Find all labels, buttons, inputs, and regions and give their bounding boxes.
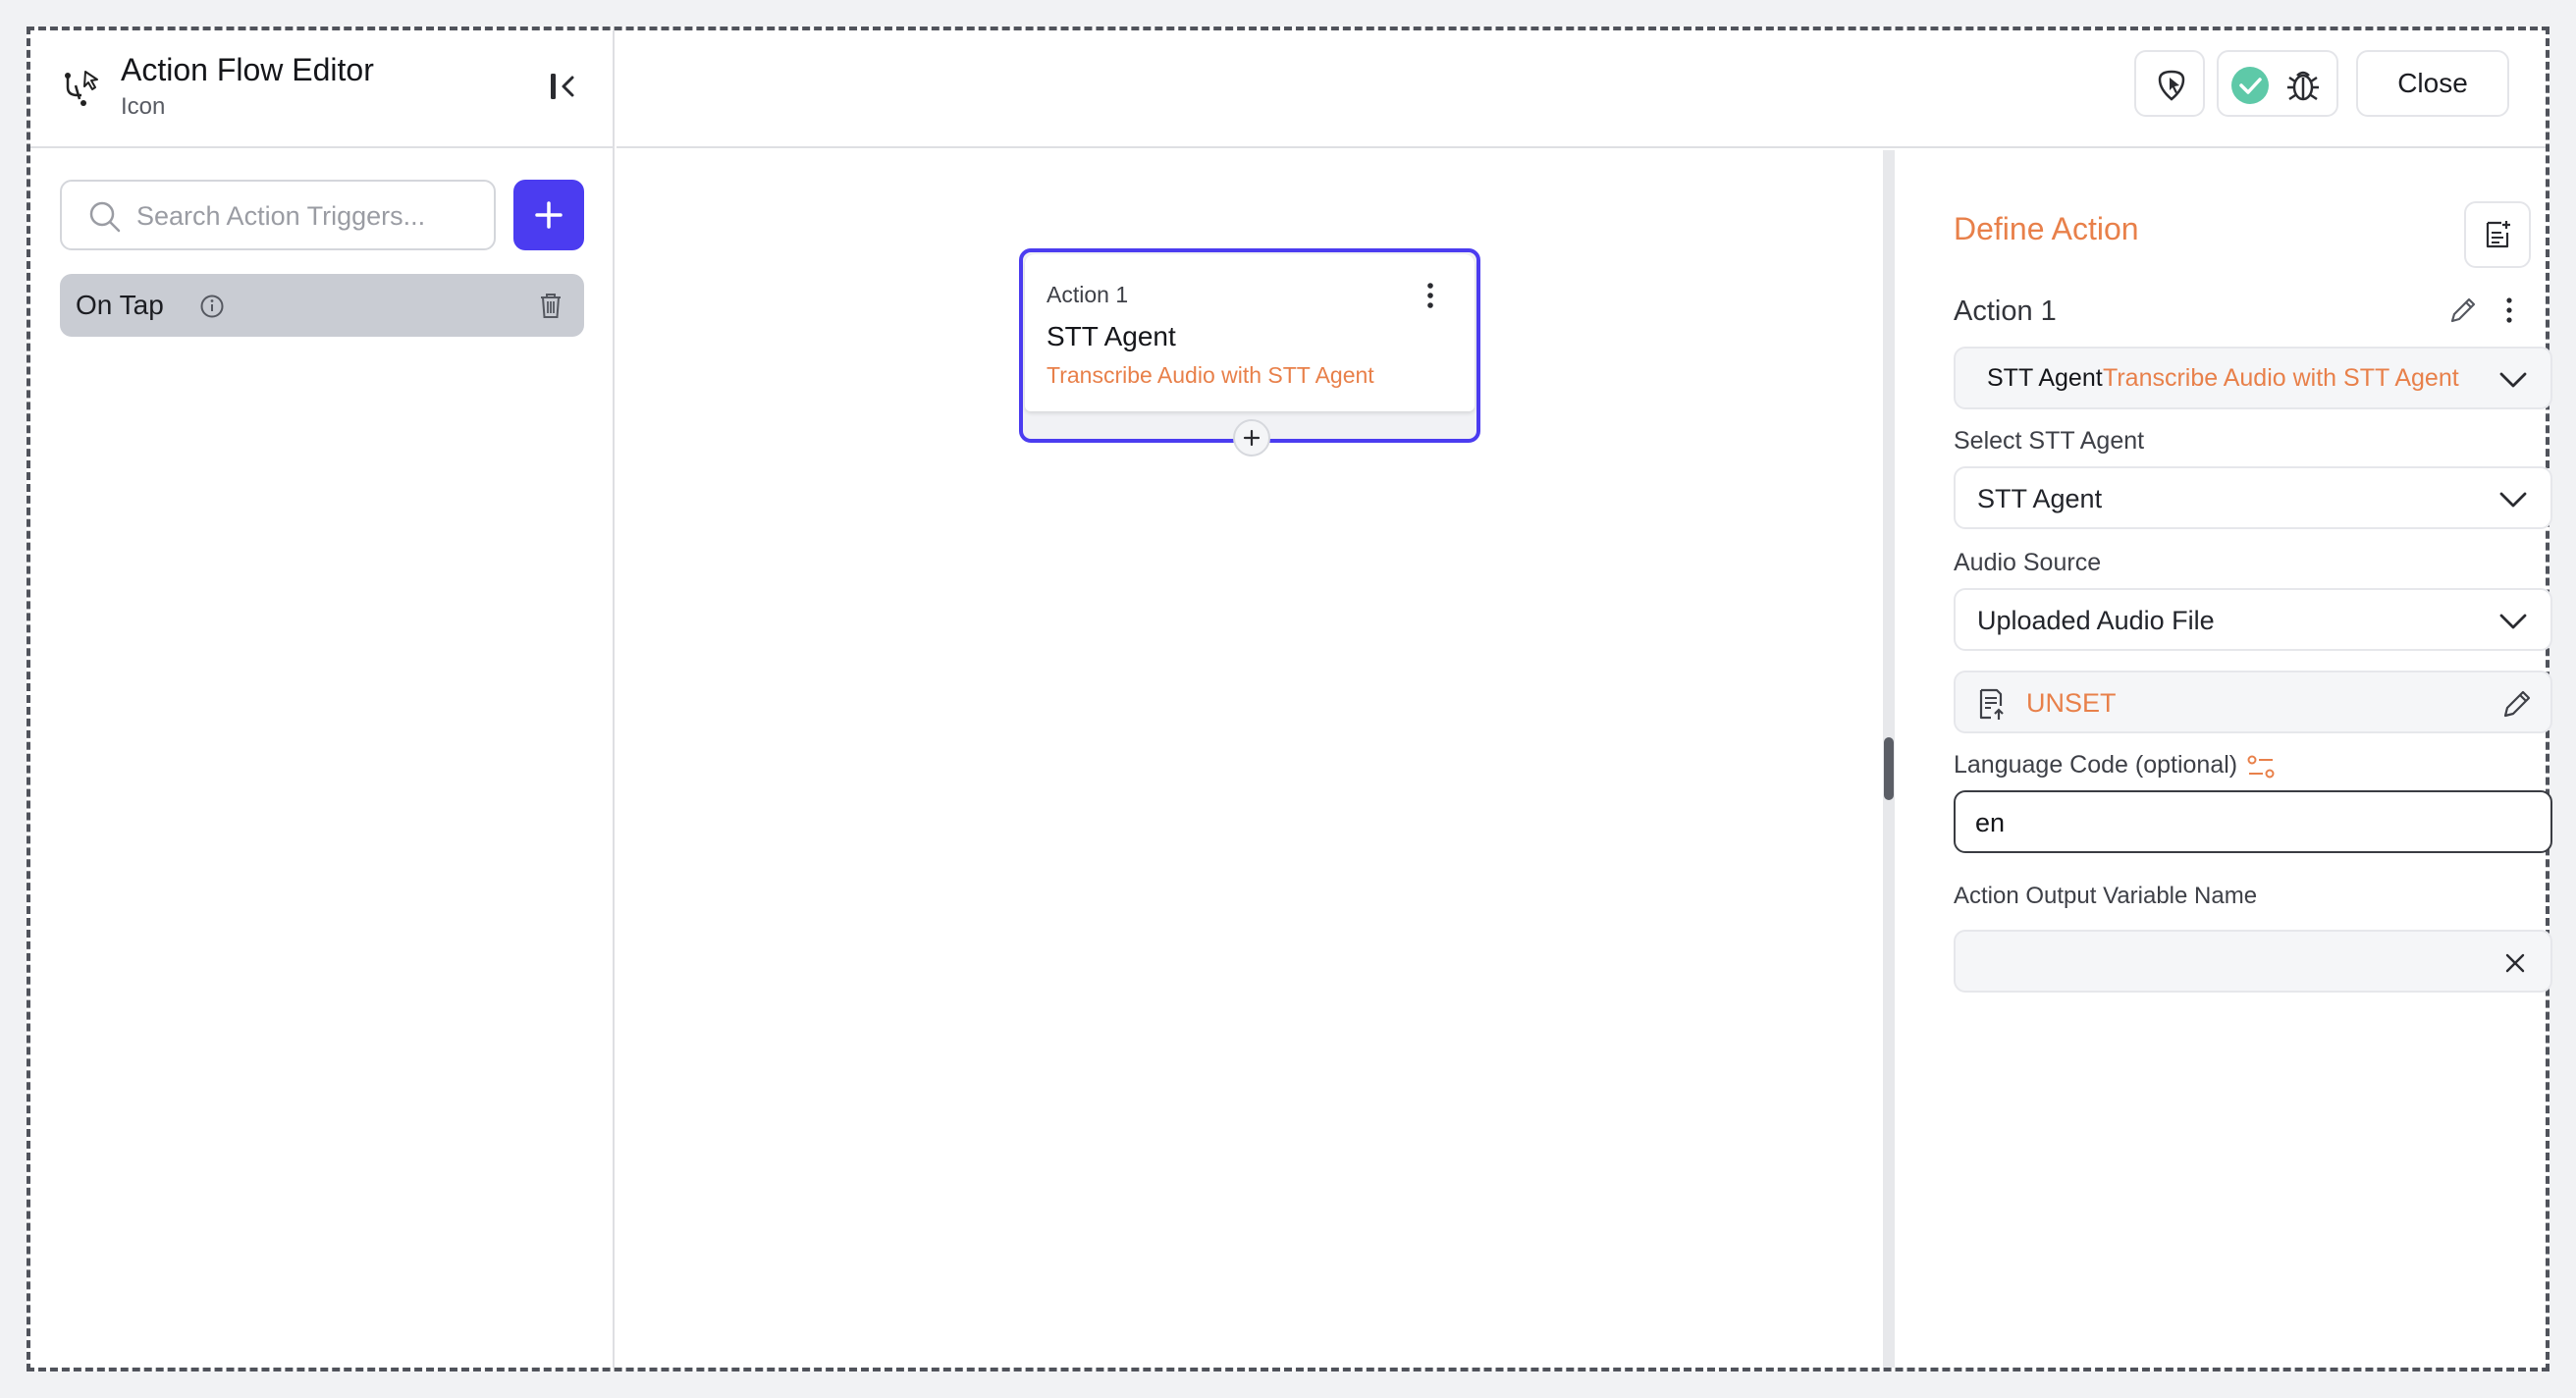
plus-icon — [535, 201, 563, 229]
language-code-input[interactable] — [1975, 802, 2525, 843]
chevron-down-icon — [2499, 372, 2527, 388]
language-code-field — [1954, 790, 2552, 853]
define-action-panel: Define Action Action 1 STT Agent Transcr… — [1895, 150, 2552, 1368]
trigger-item-on-tap[interactable]: On Tap — [60, 274, 584, 337]
chevron-down-icon — [2499, 614, 2527, 629]
editor-header: Action Flow Editor Icon — [30, 30, 613, 148]
action-node-1[interactable]: Action 1 STT Agent Transcribe Audio with… — [1019, 248, 1480, 457]
document-add-icon — [2486, 221, 2510, 248]
kebab-menu-icon[interactable] — [2503, 296, 2515, 325]
edit-name-icon[interactable] — [2446, 294, 2480, 327]
audio-source-label: Audio Source — [1954, 549, 2102, 576]
node-step-label: Action 1 — [1046, 282, 1129, 307]
close-button[interactable]: Close — [2356, 50, 2509, 117]
chevron-down-icon — [2499, 492, 2527, 508]
select-stt-agent-value: STT Agent — [1977, 484, 2103, 513]
action-type-dropdown[interactable]: STT Agent Transcribe Audio with STT Agen… — [1954, 347, 2552, 409]
flag-action-button[interactable] — [2134, 50, 2205, 117]
plus-icon — [1243, 429, 1261, 447]
action-name-label: Action 1 — [1954, 296, 2057, 327]
select-stt-agent-dropdown[interactable]: STT Agent — [1954, 466, 2552, 529]
audio-source-dropdown[interactable]: Uploaded Audio File — [1954, 588, 2552, 651]
document-upload-icon — [1979, 688, 2004, 720]
kebab-menu-icon[interactable] — [1423, 280, 1437, 311]
action-type-name: STT Agent — [1987, 364, 2103, 392]
collapse-sidebar-icon[interactable] — [545, 68, 582, 105]
panel-title: Define Action — [1954, 211, 2139, 246]
editor-toolbar: Close — [617, 30, 2546, 148]
action-node-card: Action 1 STT Agent Transcribe Audio with… — [1025, 254, 1475, 411]
flow-canvas[interactable]: Action 1 STT Agent Transcribe Audio with… — [617, 150, 1883, 1368]
audio-file-value: UNSET — [2026, 688, 2117, 718]
action-flow-icon — [65, 71, 98, 106]
audio-source-value: Uploaded Audio File — [1977, 606, 2215, 635]
pencil-icon[interactable] — [2499, 686, 2535, 722]
output-variable-field[interactable] — [1954, 930, 2552, 993]
add-trigger-button[interactable] — [513, 180, 584, 250]
search-triggers-input[interactable] — [136, 193, 480, 239]
select-stt-agent-label: Select STT Agent — [1954, 427, 2145, 455]
sliders-icon[interactable] — [2246, 753, 2276, 780]
node-title: STT Agent — [1046, 321, 1176, 351]
resize-grip[interactable] — [1884, 737, 1894, 800]
triggers-sidebar: Action Flow Editor Icon On Tap — [30, 30, 615, 1368]
trigger-label: On Tap — [76, 290, 164, 320]
page-subtitle: Icon — [121, 93, 166, 120]
search-triggers-field — [60, 180, 496, 250]
bug-icon[interactable] — [2283, 66, 2323, 105]
validation-debug-group — [2217, 50, 2338, 117]
clear-icon[interactable] — [2503, 951, 2527, 975]
check-circle-icon[interactable] — [2230, 66, 2270, 105]
language-code-label: Language Code (optional) — [1954, 751, 2238, 779]
action-flow-editor-window: Action Flow Editor Icon On Tap — [27, 27, 2552, 1371]
node-subtitle: Transcribe Audio with STT Agent — [1046, 362, 1374, 388]
action-type-description: Transcribe Audio with STT Agent — [2103, 364, 2459, 392]
panel-resize-handle[interactable] — [1883, 150, 1895, 1368]
search-icon — [89, 201, 121, 233]
info-icon[interactable] — [199, 294, 225, 319]
page-title: Action Flow Editor — [121, 52, 374, 87]
output-variable-label: Action Output Variable Name — [1954, 883, 2258, 909]
trash-icon[interactable] — [535, 290, 566, 321]
pin-cursor-icon — [2158, 70, 2185, 101]
close-button-label: Close — [2397, 68, 2468, 98]
audio-file-value-field[interactable]: UNSET — [1954, 671, 2552, 733]
action-notes-button[interactable] — [2464, 201, 2531, 268]
add-next-action-button[interactable] — [1233, 419, 1270, 457]
